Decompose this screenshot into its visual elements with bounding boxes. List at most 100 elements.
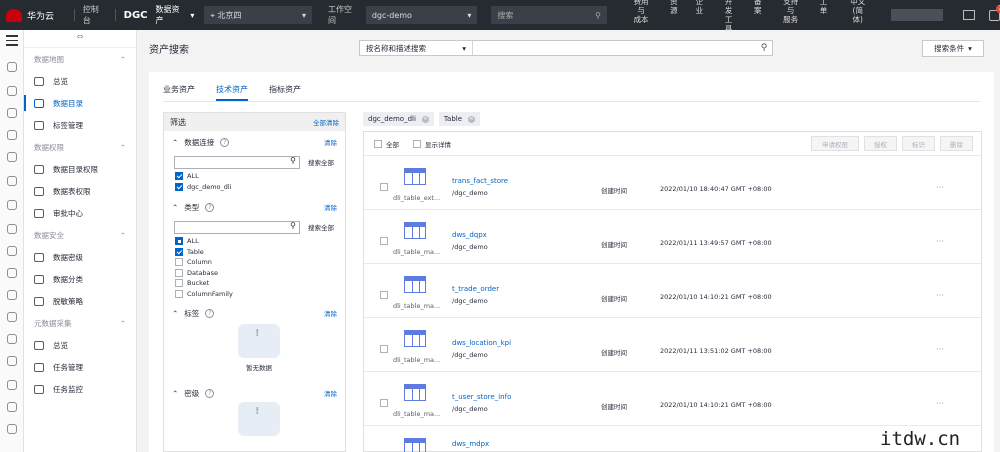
more-actions-icon[interactable]: ··· <box>936 237 944 246</box>
cloud-service-icon[interactable] <box>7 200 17 210</box>
global-search-input[interactable]: 搜索 ⚲ <box>491 6 607 24</box>
help-icon[interactable]: ? <box>205 388 215 398</box>
sidebar-item-overview[interactable]: 总览 <box>24 70 136 92</box>
filter-option[interactable]: Bucket <box>164 278 345 289</box>
asset-name-link[interactable]: dws_mdpx <box>452 440 489 448</box>
layers-icon[interactable] <box>7 356 17 366</box>
close-icon[interactable]: × <box>468 115 476 123</box>
user-account[interactable] <box>891 9 944 21</box>
sidebar-item-catalog-permission[interactable]: 数据目录权限 <box>24 158 136 180</box>
row-checkbox[interactable] <box>380 291 388 299</box>
checkbox[interactable] <box>175 289 183 298</box>
chevron-up-icon[interactable]: ⌃ <box>172 138 178 147</box>
sidebar-item-data-classification[interactable]: 数据分类 <box>24 268 136 290</box>
asset-name-link[interactable]: t_user_store_info <box>452 393 511 401</box>
asset-row[interactable]: dli_table_ma... t_trade_order /dgc_demo … <box>364 264 981 318</box>
asset-name-link[interactable]: dws_dqpx <box>452 231 487 239</box>
show-detail-checkbox[interactable] <box>413 139 421 148</box>
menu-icp[interactable]: 备 案 <box>745 0 771 33</box>
search-all-link[interactable]: 搜索全部 <box>308 157 334 167</box>
cloud-service-icon[interactable] <box>7 108 17 118</box>
filter-option[interactable]: dgc_demo_dli <box>164 182 345 193</box>
more-actions-icon[interactable]: ··· <box>936 399 944 408</box>
sidebar-item-task-monitoring[interactable]: 任务监控 <box>24 378 136 400</box>
authorize-button[interactable]: 授权 <box>864 136 897 151</box>
tab-metric-assets[interactable]: 指标资产 <box>269 82 301 101</box>
more-actions-icon[interactable]: ··· <box>936 345 944 354</box>
asset-row[interactable]: dli_table_ma... dws_location_kpi /dgc_de… <box>364 318 981 372</box>
asset-row[interactable]: dli_table_ma... dws_dqpx /dgc_demo 创建时间 … <box>364 210 981 264</box>
search-icon[interactable]: ⚲ <box>290 221 296 230</box>
filter-option[interactable]: Column <box>164 257 345 268</box>
search-icon[interactable]: ⚲ <box>595 11 601 20</box>
checkbox[interactable] <box>175 247 183 256</box>
asset-row[interactable]: dli_table_ext... trans_fact_store /dgc_d… <box>364 156 981 210</box>
clear-link[interactable]: 清除 <box>324 202 337 212</box>
lock-icon[interactable] <box>7 290 17 300</box>
huawei-cloud-logo[interactable]: 华为云 <box>0 8 66 22</box>
menu-language[interactable]: 中文(简 体) <box>836 0 879 33</box>
sidebar-item-approval-center[interactable]: 审批中心 <box>24 202 136 224</box>
screen-icon[interactable] <box>963 10 976 20</box>
menu-billing[interactable]: 费用与 成本 <box>621 0 661 33</box>
search-icon[interactable] <box>7 402 17 412</box>
chevron-up-icon[interactable]: ⌃ <box>172 203 178 212</box>
help-icon[interactable]: ? <box>205 202 215 212</box>
cloud-service-icon[interactable] <box>7 62 17 72</box>
cloud-service-icon[interactable] <box>7 176 17 186</box>
filter-chip[interactable]: Table × <box>438 112 481 126</box>
sidebar-item-collection-overview[interactable]: 总览 <box>24 334 136 356</box>
search-conditions-button[interactable]: 搜索条件 ▾ <box>922 40 984 57</box>
asset-name-link[interactable]: trans_fact_store <box>452 177 508 185</box>
menu-dev-tools[interactable]: 开发 工具 <box>712 0 745 33</box>
filter-option[interactable]: ColumnFamily <box>164 289 345 300</box>
checkbox[interactable] <box>175 237 183 246</box>
row-checkbox[interactable] <box>380 345 388 353</box>
sidebar-item-data-catalog[interactable]: 数据目录 <box>24 92 136 114</box>
sidebar-item-masking-policy[interactable]: 脱敏策略 <box>24 290 136 312</box>
menu-tickets[interactable]: 工 单 <box>811 0 837 33</box>
globe-icon[interactable] <box>7 312 17 322</box>
row-checkbox[interactable] <box>380 183 388 191</box>
clear-link[interactable]: 清除 <box>324 388 337 398</box>
checkbox[interactable] <box>175 268 183 277</box>
sidebar-item-data-level[interactable]: 数据密级 <box>24 246 136 268</box>
more-actions-icon[interactable]: ··· <box>936 183 944 192</box>
tab-business-assets[interactable]: 业务资产 <box>163 82 195 101</box>
filter-option[interactable]: Database <box>164 268 345 279</box>
filter-option[interactable]: ALL <box>164 171 345 182</box>
database-icon[interactable] <box>7 424 17 434</box>
sidebar-section-data-map[interactable]: 数据地图 ⌃ <box>24 48 136 70</box>
chevron-up-icon[interactable]: ⌃ <box>172 309 178 318</box>
clear-link[interactable]: 清除 <box>324 308 337 318</box>
asset-name-link[interactable]: dws_location_kpi <box>452 339 511 347</box>
product-name[interactable]: DGC <box>124 10 148 21</box>
help-icon[interactable]: ? <box>205 308 215 318</box>
type-search-input[interactable]: ⚲ <box>174 220 300 234</box>
collapse-toggle-icon[interactable]: ⇔ <box>24 30 136 48</box>
settings-icon[interactable] <box>7 268 17 278</box>
notification-icon[interactable]: 7 <box>989 4 1000 21</box>
asset-name-link[interactable]: t_trade_order <box>452 285 499 293</box>
filter-chip[interactable]: dgc_demo_dli × <box>363 112 434 126</box>
checkbox[interactable] <box>175 182 183 191</box>
sidebar-item-tag-management[interactable]: 标签管理 <box>24 114 136 136</box>
asset-row[interactable]: dli_table_ma... t_user_store_info /dgc_d… <box>364 372 981 426</box>
document-icon[interactable] <box>7 152 17 162</box>
menu-resources[interactable]: 资 源 <box>661 0 687 33</box>
search-icon[interactable]: ⚲ <box>290 156 296 165</box>
cloud-service-icon[interactable] <box>7 86 17 96</box>
shield-icon[interactable] <box>7 334 17 344</box>
cloud-service-icon[interactable] <box>7 224 17 234</box>
close-icon[interactable]: × <box>421 115 429 123</box>
filter-option[interactable]: Table <box>164 247 345 258</box>
select-all-checkbox[interactable] <box>374 139 382 148</box>
help-icon[interactable]: ? <box>220 137 230 147</box>
sidebar-item-table-permission[interactable]: 数据表权限 <box>24 180 136 202</box>
checkbox[interactable] <box>175 279 183 288</box>
module-dropdown[interactable]: 数据资产 ▾ <box>156 4 195 26</box>
menu-support[interactable]: 支持与 服务 <box>770 0 810 33</box>
filter-option[interactable]: ALL <box>164 236 345 247</box>
chevron-up-icon[interactable]: ⌃ <box>172 389 178 398</box>
analytics-icon[interactable] <box>7 130 17 140</box>
